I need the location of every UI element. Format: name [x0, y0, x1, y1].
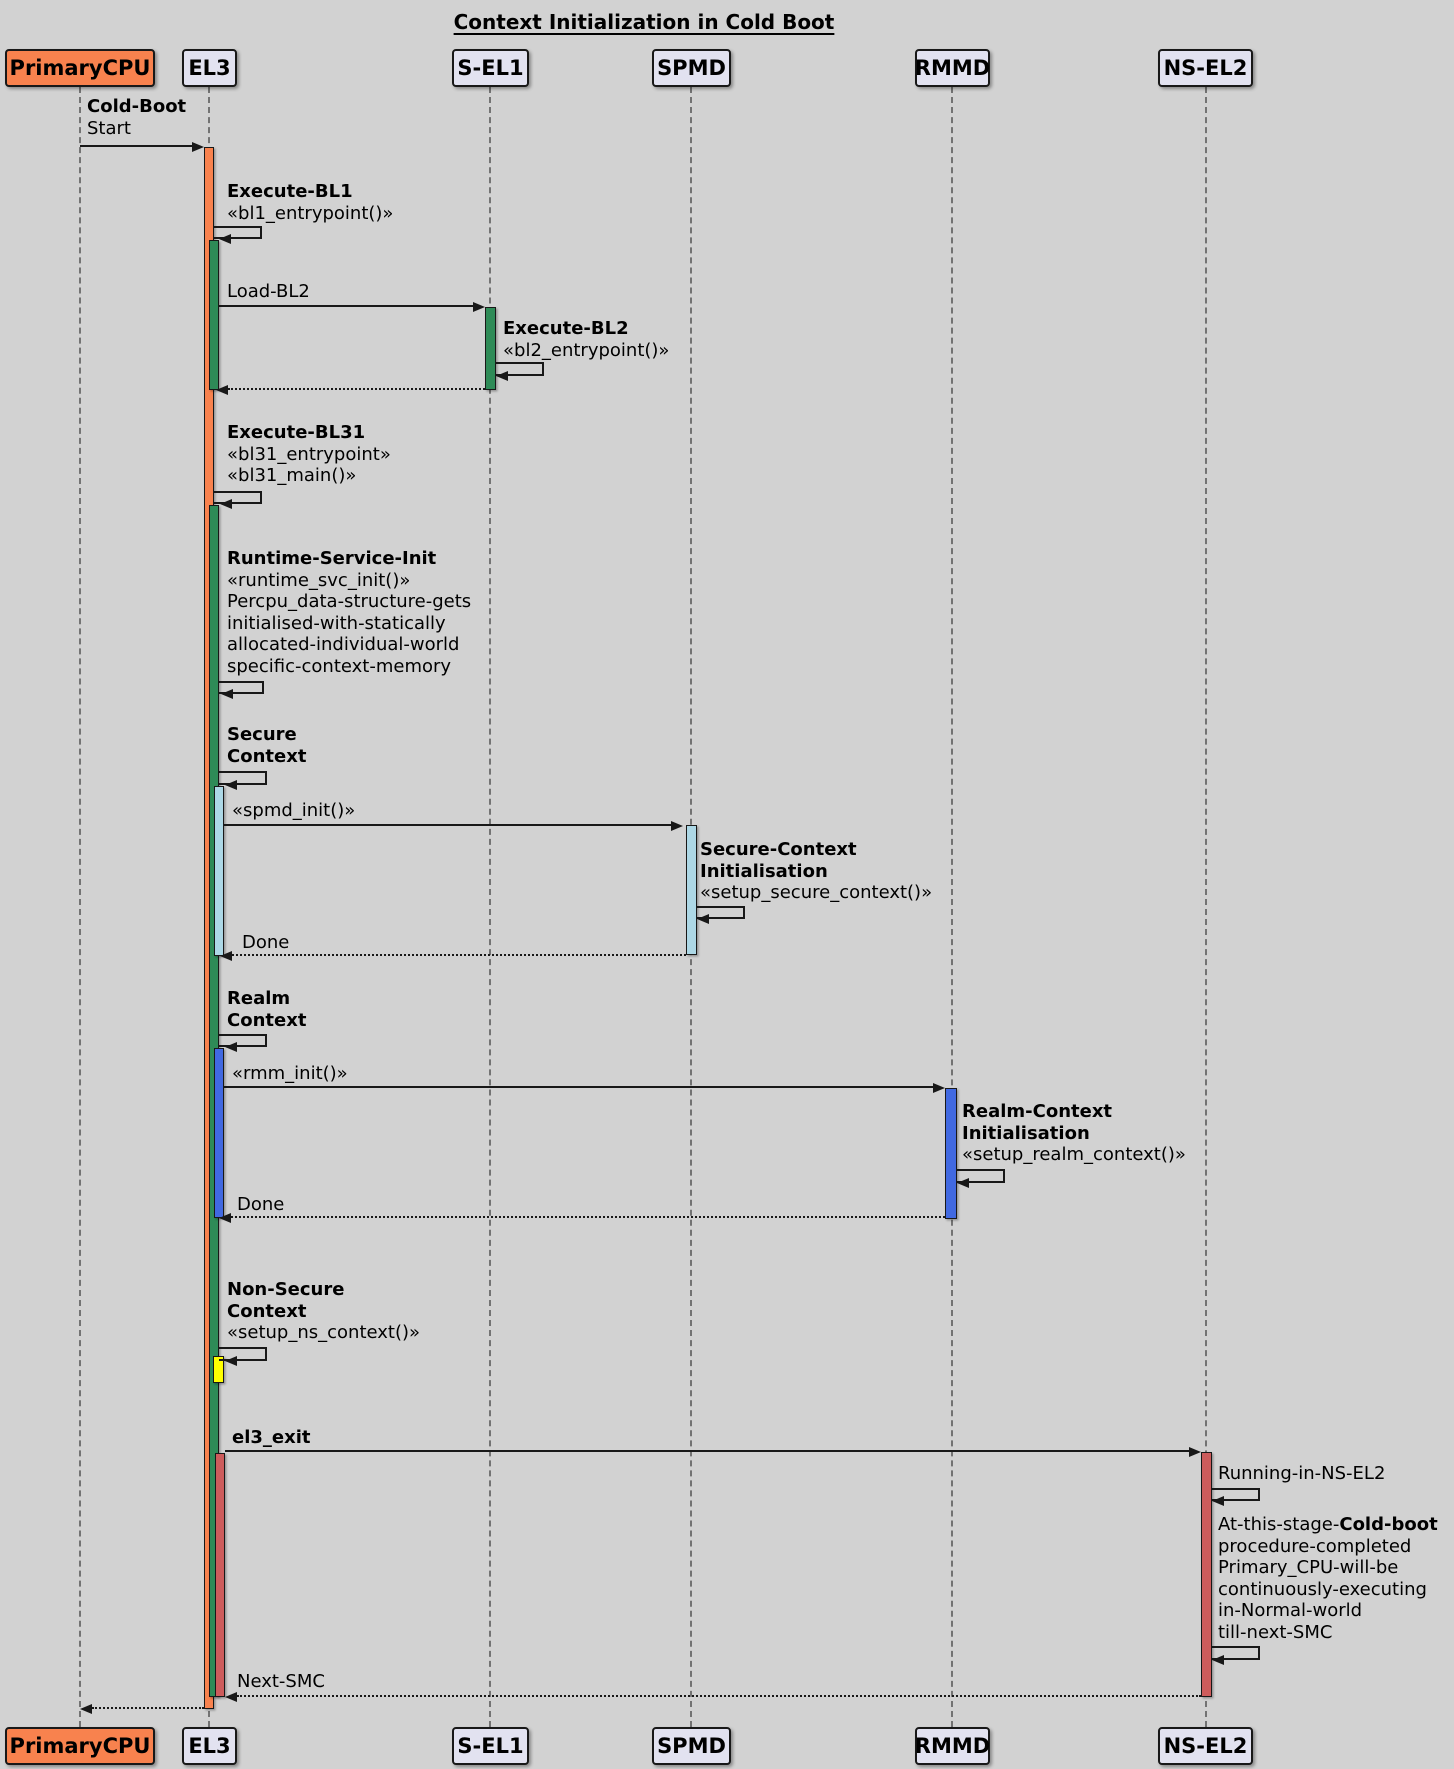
participant-bottom-ns-el2: NS-EL2 — [1158, 1727, 1253, 1765]
arrow-done-secure — [232, 954, 686, 956]
arrow-next-smc — [237, 1695, 1201, 1697]
arrowhead-execute-bl2 — [496, 371, 508, 381]
arrowhead-running-ns-el2 — [1212, 1496, 1224, 1506]
arrowhead-execute-bl1 — [219, 234, 231, 244]
arrow-rmm-init — [224, 1086, 933, 1088]
arrowhead-secure-context-init — [697, 914, 709, 924]
label-spmd-init: «spmd_init()» — [232, 800, 355, 822]
arrowhead-next-smc — [225, 1692, 237, 1702]
arrow-return-primary-cpu — [92, 1707, 204, 1709]
label-execute-bl31: Execute-BL31 «bl31_entrypoint» «bl31_mai… — [227, 422, 391, 487]
label-secure-context-init: Secure-Context Initialisation «setup_sec… — [700, 839, 932, 904]
activation-el3-exit — [215, 1453, 225, 1697]
arrow-el3-exit — [225, 1450, 1189, 1452]
label-at-this-stage: At-this-stage-Cold-boot procedure-comple… — [1218, 1514, 1438, 1643]
activation-el3-realm-context — [214, 1048, 224, 1218]
label-done-realm: Done — [237, 1194, 284, 1216]
participant-bottom-rmmd: RMMD — [915, 1727, 990, 1765]
label-rmm-init: «rmm_init()» — [232, 1063, 348, 1085]
arrow-spmd-init — [224, 824, 672, 826]
arrowhead-at-this-stage — [1212, 1655, 1224, 1665]
arrowhead-realm-context — [225, 1042, 237, 1052]
arrow-load-bl2 — [219, 305, 474, 307]
participant-top-s-el1: S-EL1 — [452, 49, 529, 87]
label-load-bl2: Load-BL2 — [227, 281, 310, 303]
label-secure-context: Secure Context — [227, 724, 306, 767]
diagram-title: Context Initialization in Cold Boot — [374, 10, 914, 34]
label-ns-context: Non-Secure Context «setup_ns_context()» — [227, 1279, 420, 1344]
label-el3-exit: el3_exit — [232, 1427, 311, 1449]
participant-top-ns-el2: NS-EL2 — [1158, 49, 1253, 87]
arrowhead-done-realm — [219, 1213, 231, 1223]
participant-top-rmmd: RMMD — [915, 49, 990, 87]
participant-bottom-spmd: SPMD — [652, 1727, 731, 1765]
sequence-diagram: Context Initialization in Cold Boot Prim… — [0, 0, 1454, 1769]
activation-el3-bl1 — [209, 240, 219, 390]
participant-top-primary-cpu: PrimaryCPU — [5, 49, 155, 87]
arrowhead-spmd-init — [671, 821, 683, 831]
arrowhead-done-secure — [220, 951, 232, 961]
arrowhead-cold-boot — [192, 142, 204, 152]
participant-top-spmd: SPMD — [652, 49, 731, 87]
lifeline-primary-cpu — [79, 87, 81, 1727]
arrowhead-rmm-init — [933, 1083, 945, 1093]
arrowhead-runtime-service-init — [221, 689, 233, 699]
label-runtime-service-init: Runtime-Service-Init «runtime_svc_init()… — [227, 548, 471, 677]
label-cold-boot: Cold-Boot Start — [87, 96, 186, 139]
participant-bottom-primary-cpu: PrimaryCPU — [5, 1727, 155, 1765]
label-realm-context-init: Realm-Context Initialisation «setup_real… — [962, 1101, 1186, 1166]
arrowhead-el3-exit — [1189, 1447, 1201, 1457]
activation-el3-secure-context — [214, 786, 224, 956]
activation-spmd-secure-context — [686, 825, 697, 955]
arrowhead-load-bl2 — [473, 302, 485, 312]
activation-s-el1-bl2 — [485, 307, 496, 390]
label-done-secure: Done — [242, 932, 289, 954]
label-next-smc: Next-SMC — [237, 1671, 325, 1693]
participant-bottom-s-el1: S-EL1 — [452, 1727, 529, 1765]
label-execute-bl1: Execute-BL1 «bl1_entrypoint()» — [227, 181, 393, 224]
arrowhead-realm-context-init — [957, 1178, 969, 1188]
participant-top-el3: EL3 — [182, 49, 237, 87]
arrowhead-return-bl2 — [216, 385, 228, 395]
activation-ns-el2-running — [1201, 1452, 1212, 1697]
label-running-ns-el2: Running-in-NS-EL2 — [1218, 1463, 1385, 1485]
arrowhead-execute-bl31 — [220, 499, 232, 509]
arrow-cold-boot — [80, 145, 193, 147]
participant-bottom-el3: EL3 — [182, 1727, 237, 1765]
label-execute-bl2: Execute-BL2 «bl2_entrypoint()» — [503, 318, 669, 361]
arrow-done-realm — [231, 1216, 945, 1218]
arrowhead-return-primary-cpu — [80, 1704, 92, 1714]
arrow-return-bl2 — [228, 388, 485, 390]
lifeline-rmmd — [951, 87, 953, 1727]
arrowhead-ns-context — [225, 1356, 237, 1366]
activation-rmmd-realm-context — [945, 1088, 957, 1219]
arrowhead-secure-context — [225, 780, 237, 790]
label-realm-context: Realm Context — [227, 988, 306, 1031]
